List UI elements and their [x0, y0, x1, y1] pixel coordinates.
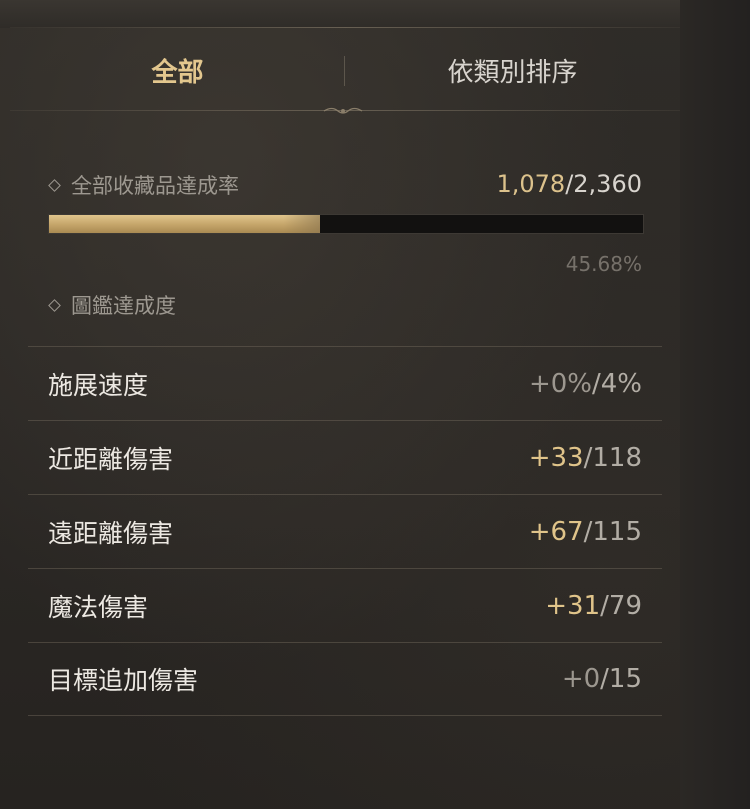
stat-bonus: +0 [561, 664, 601, 694]
stat-bonus: +67 [528, 516, 584, 547]
collection-rate-value: 1,078/2,360 [496, 170, 642, 198]
collection-total: 2,360 [573, 170, 642, 198]
top-header-strip [0, 0, 750, 28]
collection-rate-text: 全部收藏品達成率 [71, 174, 239, 198]
stat-bonus: +33 [528, 442, 584, 473]
tab-all[interactable]: 全部 [10, 30, 345, 110]
ornament-flourish-icon [323, 107, 363, 114]
stat-bonus-list: 施展速度 +0%/4% 近距離傷害 +33/118 遠距離傷害 +67/115 … [28, 346, 662, 716]
stat-max: 79 [608, 590, 642, 621]
stat-value: +67/115 [529, 517, 642, 547]
diamond-outline-icon [48, 178, 61, 192]
stat-value: +0%/4% [529, 369, 642, 399]
stat-max: 115 [592, 516, 642, 547]
stat-row-ranged-damage: 遠距離傷害 +67/115 [28, 494, 662, 568]
stat-separator: / [600, 590, 609, 621]
diamond-outline-icon [48, 298, 61, 312]
collection-panel: 全部 依類別排序 全部收藏品達成率 1,078/2,360 45.68% 圖鑑達… [0, 0, 750, 809]
stat-max: 118 [592, 442, 642, 473]
stat-separator: / [600, 664, 609, 694]
collection-current: 1,078 [496, 170, 566, 198]
stat-row-target-extra-damage: 目標追加傷害 +0/15 [28, 642, 662, 716]
stat-bonus: +0% [528, 368, 592, 399]
tab-sort-by-category-label: 依類別排序 [447, 57, 578, 88]
collection-progress-fill [49, 215, 321, 233]
stat-value: +0/15 [562, 664, 642, 694]
panel-right-edge [680, 0, 750, 809]
stat-row-melee-damage: 近距離傷害 +33/118 [28, 420, 662, 494]
stat-row-cast-speed: 施展速度 +0%/4% [28, 346, 662, 420]
tab-divider [344, 56, 345, 86]
stat-row-magic-damage: 魔法傷害 +31/79 [28, 568, 662, 642]
stat-name: 目標追加傷害 [48, 666, 199, 695]
stat-name: 近距離傷害 [48, 444, 174, 474]
codex-rate-label: 圖鑑達成度 [48, 290, 176, 320]
stat-value: +33/118 [529, 443, 642, 473]
collection-progress-bar [48, 214, 644, 234]
stat-name: 施展速度 [48, 370, 149, 400]
codex-rate-text: 圖鑑達成度 [71, 294, 176, 318]
stat-separator: / [591, 368, 601, 399]
collection-rate-label: 全部收藏品達成率 [48, 170, 239, 200]
stat-name: 魔法傷害 [48, 592, 149, 622]
stat-value: +31/79 [545, 591, 642, 621]
tab-bar: 全部 依類別排序 [10, 30, 680, 110]
tab-sort-by-category[interactable]: 依類別排序 [345, 30, 680, 110]
stat-bonus: +31 [545, 590, 601, 621]
stat-max: 4% [600, 368, 642, 399]
stat-max: 15 [608, 664, 642, 694]
stat-name: 遠距離傷害 [48, 518, 174, 548]
collection-percent: 45.68% [565, 252, 642, 276]
tab-all-label: 全部 [151, 57, 204, 88]
top-divider [10, 27, 680, 28]
